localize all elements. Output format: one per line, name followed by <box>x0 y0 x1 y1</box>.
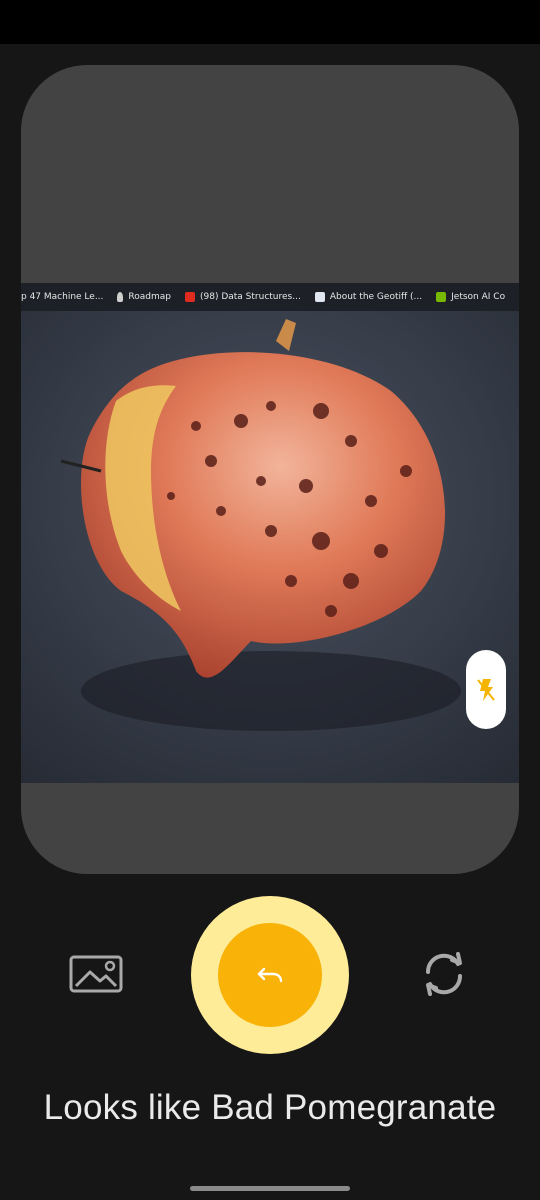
capture-button-inner <box>218 923 322 1027</box>
flash-toggle-button[interactable] <box>466 650 506 729</box>
gallery-icon <box>69 955 123 993</box>
nvidia-icon <box>436 292 447 302</box>
switch-camera-icon <box>425 952 463 996</box>
bookmark-label: Roadmap <box>128 292 171 302</box>
youtube-icon <box>185 292 195 302</box>
prediction-result-text: Looks like Bad Pomegranate <box>43 1088 497 1127</box>
switch-camera-button[interactable] <box>418 948 470 1000</box>
bookmark-item: (98) Data Structures... <box>185 292 301 302</box>
undo-icon <box>257 967 283 983</box>
site-icon <box>314 292 325 302</box>
bookmark-label: About the Geotiff (... <box>329 292 423 302</box>
flash-off-icon <box>477 678 495 701</box>
bookmark-item: Jetson AI Co <box>436 292 505 302</box>
bookmark-label: (98) Data Structures... <box>200 292 301 302</box>
bookmark-item: About the Geotiff (... <box>314 292 423 302</box>
gallery-button[interactable] <box>68 950 124 996</box>
capture-button[interactable] <box>191 896 349 1054</box>
bookmark-item: p 47 Machine Le... <box>21 292 103 302</box>
status-bar <box>0 0 540 44</box>
bell-icon <box>117 292 124 302</box>
bookmark-label: p 47 Machine Le... <box>21 292 104 302</box>
captured-photo: p 47 Machine Le... Roadmap (98) Data Str… <box>21 283 519 783</box>
bookmark-label: Jetson AI Co <box>451 292 506 302</box>
camera-preview: p 47 Machine Le... Roadmap (98) Data Str… <box>21 65 519 874</box>
bookmark-item: Roadmap <box>117 292 171 302</box>
pomegranate-image <box>21 311 519 783</box>
home-indicator[interactable] <box>190 1186 350 1191</box>
browser-bookmarks-bar: p 47 Machine Le... Roadmap (98) Data Str… <box>21 283 519 311</box>
